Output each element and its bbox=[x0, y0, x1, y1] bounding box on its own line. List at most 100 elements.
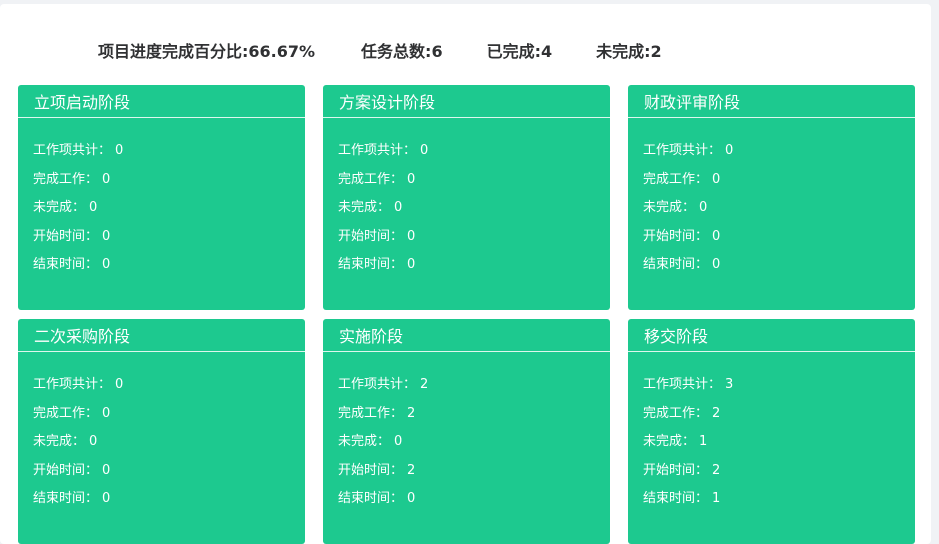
stage-details: 工作项共计： 3 完成工作： 2 未完成： 1 开始时间： 2 结束时间： 1 bbox=[628, 352, 915, 506]
row-label: 未完成： bbox=[643, 434, 696, 450]
stage-card-design[interactable]: 方案设计阶段 工作项共计： 0 完成工作： 0 未完成： 0 开始时间： 0 结束时间：… bbox=[323, 85, 610, 310]
row-label: 开始时间： bbox=[643, 228, 709, 244]
row-label: 完成工作： bbox=[338, 171, 404, 187]
stage-row-incomplete: 未完成： 0 bbox=[338, 435, 610, 449]
row-label: 工作项共计： bbox=[338, 143, 417, 158]
row-label: 工作项共计： bbox=[643, 143, 722, 158]
row-label: 未完成： bbox=[643, 200, 696, 216]
row-label: 工作项共计： bbox=[33, 143, 112, 158]
stage-row-completed: 完成工作： 2 bbox=[338, 405, 610, 421]
row-value: 0 bbox=[712, 171, 721, 187]
stage-row-incomplete: 未完成： 0 bbox=[338, 201, 610, 215]
stage-row-end: 结束时间： 0 bbox=[338, 492, 610, 506]
stage-row-total: 工作项共计： 0 bbox=[33, 144, 305, 158]
row-value: 0 bbox=[115, 377, 124, 392]
stage-row-total: 工作项共计： 3 bbox=[643, 378, 915, 392]
stage-row-total: 工作项共计： 0 bbox=[338, 144, 610, 158]
row-label: 结束时间： bbox=[643, 257, 709, 273]
stage-row-completed: 完成工作： 0 bbox=[643, 171, 915, 187]
row-value: 0 bbox=[712, 228, 721, 244]
row-value: 2 bbox=[407, 405, 416, 421]
row-label: 未完成： bbox=[338, 434, 391, 450]
stage-card-implementation[interactable]: 实施阶段 工作项共计： 2 完成工作： 2 未完成： 0 开始时间： 2 结束时间： 0 bbox=[323, 319, 610, 544]
row-label: 完成工作： bbox=[33, 405, 99, 421]
row-label: 开始时间： bbox=[338, 228, 404, 244]
stage-row-start: 开始时间： 0 bbox=[33, 228, 305, 244]
stage-title: 立项启动阶段 bbox=[18, 85, 305, 118]
stage-card-review[interactable]: 财政评审阶段 工作项共计： 0 完成工作： 0 未完成： 0 开始时间： 0 结束时间：… bbox=[628, 85, 915, 310]
stage-row-start: 开始时间： 0 bbox=[643, 228, 915, 244]
stage-row-end: 结束时间： 0 bbox=[33, 492, 305, 506]
row-label: 未完成： bbox=[33, 200, 86, 216]
row-value: 0 bbox=[699, 200, 708, 216]
stage-row-end: 结束时间： 0 bbox=[643, 258, 915, 272]
row-value: 0 bbox=[407, 491, 416, 507]
row-value: 2 bbox=[407, 462, 416, 478]
stage-card-procurement[interactable]: 二次采购阶段 工作项共计： 0 完成工作： 0 未完成： 0 开始时间： 0 结束时间：… bbox=[18, 319, 305, 544]
row-label: 完成工作： bbox=[643, 171, 709, 187]
stage-row-completed: 完成工作： 0 bbox=[33, 171, 305, 187]
stage-title: 二次采购阶段 bbox=[18, 319, 305, 352]
stage-card-handover[interactable]: 移交阶段 工作项共计： 3 完成工作： 2 未完成： 1 开始时间： 2 结束时间： 1 bbox=[628, 319, 915, 544]
row-label: 开始时间： bbox=[33, 462, 99, 478]
stage-details: 工作项共计： 0 完成工作： 0 未完成： 0 开始时间： 0 结束时间： 0 bbox=[323, 118, 610, 272]
row-label: 工作项共计： bbox=[643, 377, 722, 392]
row-value: 0 bbox=[102, 228, 111, 244]
stage-title: 移交阶段 bbox=[628, 319, 915, 352]
row-value: 0 bbox=[89, 434, 98, 450]
stage-title: 实施阶段 bbox=[323, 319, 610, 352]
row-value: 0 bbox=[712, 257, 721, 273]
row-label: 工作项共计： bbox=[33, 377, 112, 392]
row-value: 3 bbox=[725, 377, 734, 392]
stage-row-end: 结束时间： 0 bbox=[33, 258, 305, 272]
row-value: 2 bbox=[712, 405, 721, 421]
stage-row-total: 工作项共计： 0 bbox=[33, 378, 305, 392]
stage-row-incomplete: 未完成： 1 bbox=[643, 435, 915, 449]
row-label: 开始时间： bbox=[643, 462, 709, 478]
row-value: 2 bbox=[712, 462, 721, 478]
stage-row-incomplete: 未完成： 0 bbox=[33, 435, 305, 449]
incomplete-tasks: 未完成:2 bbox=[596, 42, 662, 61]
row-value: 0 bbox=[102, 462, 111, 478]
row-label: 未完成： bbox=[338, 200, 391, 216]
stage-title: 财政评审阶段 bbox=[628, 85, 915, 118]
stage-row-end: 结束时间： 0 bbox=[338, 258, 610, 272]
row-label: 结束时间： bbox=[643, 491, 709, 507]
stage-row-total: 工作项共计： 2 bbox=[338, 378, 610, 392]
completed-tasks: 已完成:4 bbox=[486, 42, 553, 61]
row-value: 0 bbox=[115, 143, 124, 158]
stage-row-start: 开始时间： 2 bbox=[643, 462, 915, 478]
row-label: 开始时间： bbox=[338, 462, 404, 478]
row-value: 2 bbox=[420, 377, 429, 392]
row-value: 0 bbox=[102, 491, 111, 507]
row-value: 0 bbox=[407, 228, 416, 244]
row-label: 开始时间： bbox=[33, 228, 99, 244]
stage-row-incomplete: 未完成： 0 bbox=[643, 201, 915, 215]
row-value: 0 bbox=[407, 257, 416, 273]
total-tasks: 任务总数:6 bbox=[361, 42, 443, 61]
row-label: 未完成： bbox=[33, 434, 86, 450]
row-label: 结束时间： bbox=[33, 491, 99, 507]
stage-row-completed: 完成工作： 0 bbox=[338, 171, 610, 187]
row-value: 0 bbox=[394, 200, 403, 216]
stage-title: 方案设计阶段 bbox=[323, 85, 610, 118]
row-value: 0 bbox=[407, 171, 416, 187]
stage-row-total: 工作项共计： 0 bbox=[643, 144, 915, 158]
stage-row-start: 开始时间： 0 bbox=[338, 228, 610, 244]
row-label: 结束时间： bbox=[33, 257, 99, 273]
row-value: 1 bbox=[699, 434, 708, 450]
row-label: 完成工作： bbox=[338, 405, 404, 421]
stage-row-start: 开始时间： 2 bbox=[338, 462, 610, 478]
row-value: 0 bbox=[725, 143, 734, 158]
stage-row-start: 开始时间： 0 bbox=[33, 462, 305, 478]
row-value: 0 bbox=[102, 171, 111, 187]
stage-details: 工作项共计： 2 完成工作： 2 未完成： 0 开始时间： 2 结束时间： 0 bbox=[323, 352, 610, 506]
stage-row-end: 结束时间： 1 bbox=[643, 492, 915, 506]
stage-details: 工作项共计： 0 完成工作： 0 未完成： 0 开始时间： 0 结束时间： 0 bbox=[628, 118, 915, 272]
row-label: 结束时间： bbox=[338, 491, 404, 507]
row-label: 完成工作： bbox=[33, 171, 99, 187]
row-label: 结束时间： bbox=[338, 257, 404, 273]
row-value: 0 bbox=[420, 143, 429, 158]
stage-card-initiation[interactable]: 立项启动阶段 工作项共计： 0 完成工作： 0 未完成： 0 开始时间： 0 结束时间：… bbox=[18, 85, 305, 310]
stage-details: 工作项共计： 0 完成工作： 0 未完成： 0 开始时间： 0 结束时间： 0 bbox=[18, 118, 305, 272]
